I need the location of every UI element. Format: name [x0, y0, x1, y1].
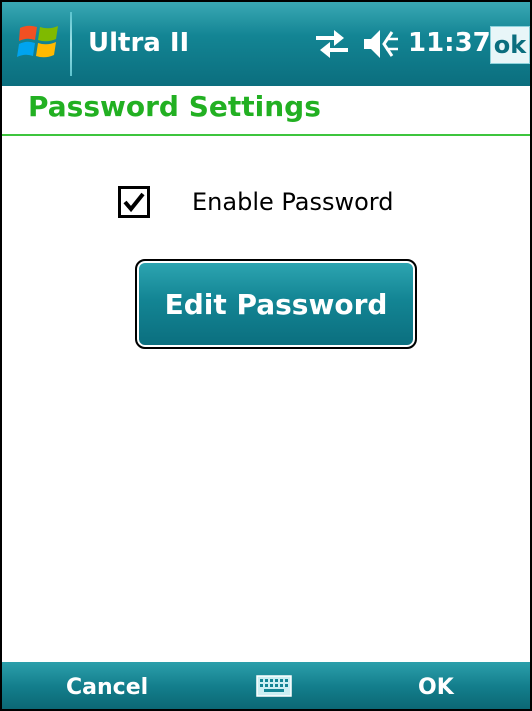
page-title: Password Settings	[28, 90, 321, 123]
app-title: Ultra II	[88, 28, 190, 58]
clock[interactable]: 11:37	[408, 28, 491, 58]
cancel-button[interactable]: Cancel	[66, 675, 148, 700]
enable-password-checkbox[interactable]	[118, 186, 150, 218]
device-screen: Ultra II 11:37 ok Password Settings Enab…	[0, 0, 532, 711]
title-bar: Ultra II 11:37 ok	[2, 2, 530, 86]
keyboard-icon[interactable]	[256, 675, 292, 697]
checkmark-icon	[123, 192, 145, 213]
connectivity-icon[interactable]	[314, 27, 350, 61]
softkey-bar: Cancel OK	[2, 662, 530, 709]
ok-button[interactable]: ok	[490, 26, 530, 64]
header-divider	[2, 134, 530, 136]
volume-icon[interactable]	[362, 26, 402, 62]
enable-password-option[interactable]: Enable Password	[118, 182, 393, 222]
windows-start-icon[interactable]	[16, 18, 62, 68]
enable-password-label: Enable Password	[192, 188, 394, 216]
ok-softkey[interactable]: OK	[418, 675, 454, 700]
edit-password-button[interactable]: Edit Password	[135, 259, 417, 349]
title-divider	[70, 12, 72, 76]
